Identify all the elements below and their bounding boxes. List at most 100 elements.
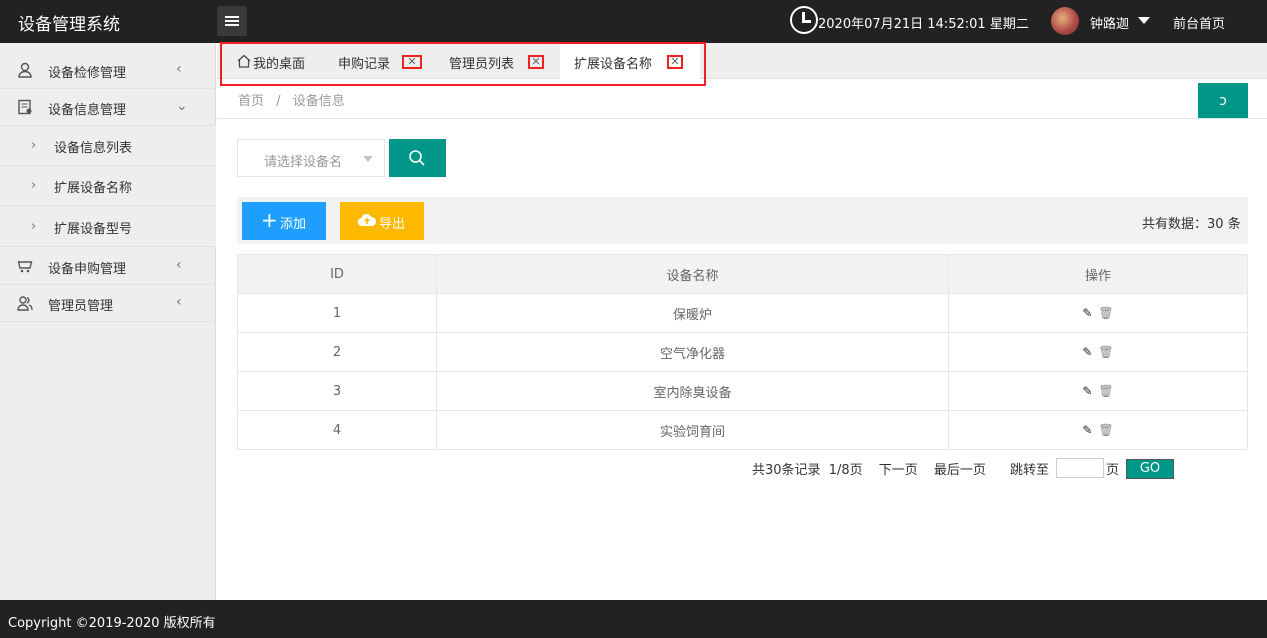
edit-icon[interactable]: ✎ — [1082, 306, 1092, 320]
cell-name: 室内除臭设备 — [436, 371, 949, 411]
pagination-page: 1/8页 — [828, 463, 863, 478]
sidebar: 设备检修管理 ‹ 设备信息管理 ⌄ › 设备信息列表 › 扩展设备名称 › 扩展… — [0, 43, 216, 600]
device-name-select[interactable]: 请选择设备名 — [237, 139, 385, 177]
front-page-link[interactable]: 前台首页 — [1173, 13, 1225, 32]
chevron-right-icon: › — [31, 138, 37, 153]
cell-name: 保暖炉 — [436, 293, 949, 333]
datetime-display: 2020年07月21日 14:52:01 星期二 — [818, 17, 1029, 32]
total-count: 共有数据：30 条 — [1142, 213, 1241, 232]
cloud-upload-icon — [357, 213, 377, 227]
top-header: 设备管理系统 2020年07月21日 14:52:01 星期二 钟路迦 前台首页 — [0, 0, 1267, 43]
export-button[interactable]: 导出 — [340, 202, 424, 240]
breadcrumb: 首页 / 设备信息 — [238, 90, 345, 109]
clock-icon — [790, 6, 818, 34]
jump-label: 跳转至 — [1010, 463, 1050, 478]
user-icon — [17, 62, 33, 78]
pagination: 共30条记录 1/8页 下一页 最后一页 — [752, 459, 998, 478]
breadcrumb-home[interactable]: 首页 — [238, 94, 264, 109]
column-header-actions: 操作 — [948, 254, 1248, 294]
copyright-text: Copyright ©2019-2020 版权所有 — [8, 616, 216, 631]
chevron-left-icon: ‹ — [176, 61, 182, 77]
pagination-records: 共30条记录 — [752, 463, 821, 478]
go-button[interactable]: GO — [1126, 459, 1174, 479]
total-suffix: 条 — [1223, 217, 1241, 232]
chevron-left-icon: ‹ — [176, 294, 182, 310]
sidebar-subitem-label: 扩展设备名称 — [54, 181, 133, 196]
cell-actions: ✎ 🗑 — [948, 332, 1248, 372]
refresh-icon: ↄ — [1219, 93, 1227, 109]
caret-down-icon[interactable] — [1138, 17, 1150, 24]
trash-icon[interactable]: 🗑 — [1098, 423, 1113, 437]
sidebar-item-label: 设备检修管理 — [48, 66, 127, 81]
hamburger-icon — [225, 16, 239, 18]
export-button-label: 导出 — [379, 217, 406, 232]
table-row: 2 空气净化器 ✎ 🗑 — [237, 332, 1248, 372]
cell-actions: ✎ 🗑 — [948, 410, 1248, 450]
sidebar-subitem-device-list[interactable]: › 设备信息列表 — [0, 126, 216, 166]
app-title: 设备管理系统 — [18, 15, 120, 35]
cell-id: 4 — [237, 410, 437, 450]
total-prefix: 共有数据： — [1142, 217, 1208, 232]
users-icon — [17, 295, 33, 311]
menu-toggle-button[interactable] — [217, 6, 247, 36]
document-icon — [17, 99, 33, 115]
avatar[interactable] — [1051, 7, 1079, 35]
jump-unit: 页 — [1106, 463, 1120, 478]
breadcrumb-current: 设备信息 — [292, 94, 345, 109]
sidebar-subitem-ext-model[interactable]: › 扩展设备型号 — [0, 207, 216, 247]
column-header-id: ID — [237, 254, 437, 294]
search-button[interactable] — [389, 139, 446, 177]
cart-icon — [17, 258, 33, 274]
table-row: 1 保暖炉 ✎ 🗑 — [237, 293, 1248, 333]
caret-down-icon — [363, 156, 373, 162]
username-menu[interactable]: 钟路迦 — [1090, 13, 1129, 32]
refresh-button[interactable]: ↄ — [1198, 83, 1248, 119]
breadcrumb-separator: / — [276, 94, 281, 109]
pagination-last[interactable]: 最后一页 — [934, 463, 986, 478]
sidebar-item-admin[interactable]: 管理员管理 ‹ — [0, 285, 216, 322]
column-header-name: 设备名称 — [436, 254, 949, 294]
sidebar-subitem-label: 扩展设备型号 — [54, 222, 133, 237]
trash-icon[interactable]: 🗑 — [1098, 345, 1113, 359]
cell-name: 实验饲育间 — [436, 410, 949, 450]
hamburger-icon — [225, 20, 239, 22]
trash-icon[interactable]: 🗑 — [1098, 306, 1113, 320]
add-button[interactable]: + 添加 — [242, 202, 326, 240]
sidebar-item-repair[interactable]: 设备检修管理 ‹ — [0, 52, 216, 89]
sidebar-item-device-info[interactable]: 设备信息管理 ⌄ — [0, 89, 216, 126]
edit-icon[interactable]: ✎ — [1082, 423, 1092, 437]
chevron-down-icon: ⌄ — [176, 98, 188, 114]
trash-icon[interactable]: 🗑 — [1098, 384, 1113, 398]
cell-actions: ✎ 🗑 — [948, 371, 1248, 411]
select-placeholder: 请选择设备名 — [264, 155, 343, 170]
sidebar-item-label: 管理员管理 — [48, 299, 114, 314]
sidebar-subitem-ext-name[interactable]: › 扩展设备名称 — [0, 166, 216, 206]
hamburger-icon — [225, 24, 239, 26]
chevron-right-icon: › — [31, 178, 37, 193]
total-number: 30 — [1207, 217, 1224, 232]
edit-icon[interactable]: ✎ — [1082, 345, 1092, 359]
plus-icon: + — [261, 208, 278, 232]
tabs-highlight-box — [220, 42, 706, 86]
cell-name: 空气净化器 — [436, 332, 949, 372]
chevron-right-icon: › — [31, 219, 37, 234]
table-header-row: ID 设备名称 操作 — [237, 254, 1248, 294]
device-table: ID 设备名称 操作 1 保暖炉 ✎ 🗑 2 空气净化器 ✎ 🗑 3 室内除臭设备 … — [237, 254, 1248, 450]
sidebar-subitem-label: 设备信息列表 — [54, 141, 133, 156]
pagination-next[interactable]: 下一页 — [879, 463, 918, 478]
edit-icon[interactable]: ✎ — [1082, 384, 1092, 398]
sidebar-item-label: 设备申购管理 — [48, 262, 127, 277]
divider — [217, 118, 1267, 119]
cell-id: 3 — [237, 371, 437, 411]
sidebar-item-label: 设备信息管理 — [48, 103, 127, 118]
jump-page-input[interactable] — [1056, 458, 1104, 478]
chevron-left-icon: ‹ — [176, 257, 182, 273]
table-row: 3 室内除臭设备 ✎ 🗑 — [237, 371, 1248, 411]
cell-actions: ✎ 🗑 — [948, 293, 1248, 333]
cell-id: 2 — [237, 332, 437, 372]
sidebar-item-purchase[interactable]: 设备申购管理 ‹ — [0, 248, 216, 285]
table-row: 4 实验饲育间 ✎ 🗑 — [237, 410, 1248, 450]
footer: Copyright ©2019-2020 版权所有 — [0, 600, 1267, 638]
search-icon — [409, 150, 425, 166]
add-button-label: 添加 — [280, 217, 307, 232]
